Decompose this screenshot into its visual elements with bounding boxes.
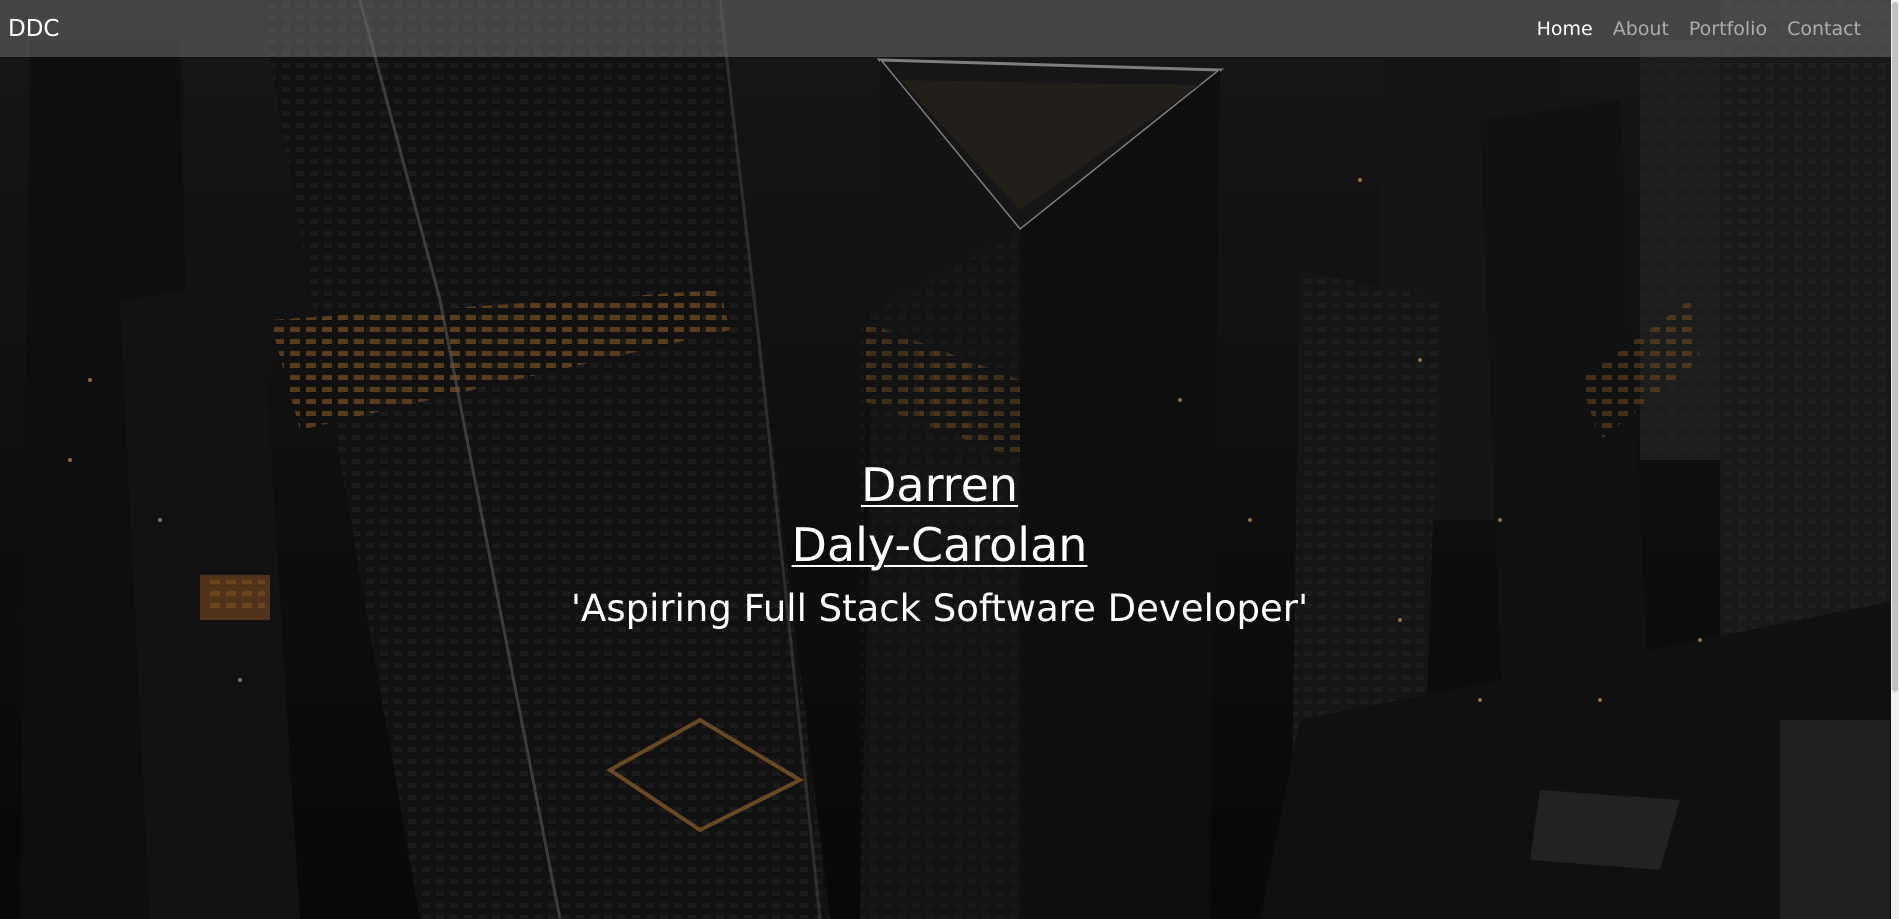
- hero-tagline: 'Aspiring Full Stack Software Developer': [570, 587, 1309, 630]
- scrollbar-thumb[interactable]: [1892, 2, 1898, 692]
- page-scrollbar[interactable]: [1891, 0, 1899, 919]
- brand-logo-link[interactable]: DDC: [8, 16, 59, 42]
- hero-first-name: Darren: [860, 458, 1019, 512]
- nav-link-home[interactable]: Home: [1537, 18, 1593, 40]
- nav-links: Home About Portfolio Contact: [1537, 18, 1861, 40]
- nav-link-about[interactable]: About: [1613, 18, 1669, 40]
- home-page: DDC Home About Portfolio Contact Darren …: [0, 0, 1899, 919]
- nav-link-portfolio[interactable]: Portfolio: [1689, 18, 1767, 40]
- hero-last-name: Daly-Carolan: [791, 518, 1088, 572]
- nav-link-contact[interactable]: Contact: [1787, 18, 1861, 40]
- navbar: DDC Home About Portfolio Contact: [0, 0, 1899, 57]
- hero-section: Darren Daly-Carolan 'Aspiring Full Stack…: [0, 455, 1879, 633]
